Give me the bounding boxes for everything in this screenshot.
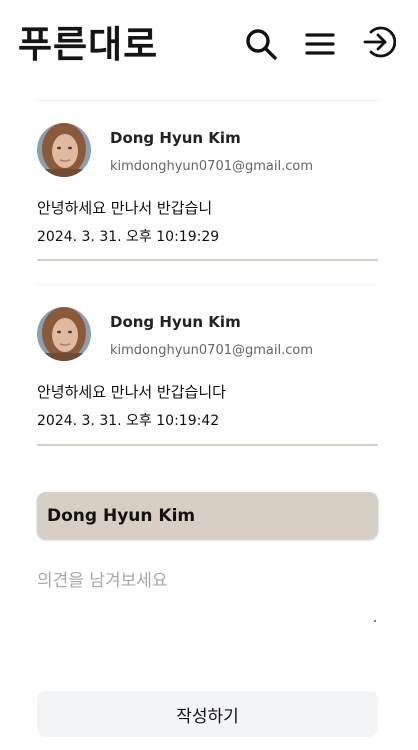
author-email: kimdonghyun0701@gmail.com <box>110 343 313 358</box>
menu-icon[interactable] <box>303 27 337 61</box>
avatar <box>37 123 91 177</box>
comment-separator <box>37 284 378 285</box>
comment-author-field: Dong Hyun Kim <box>37 492 378 539</box>
comment-text: 안녕하세요 만나서 반갑습니다 <box>37 383 226 401</box>
resize-handle[interactable] <box>374 620 376 622</box>
comment-text: 안녕하세요 만나서 반갑습니 <box>37 199 213 217</box>
author-name: Dong Hyun Kim <box>110 129 241 147</box>
comment-divider <box>37 444 378 446</box>
login-icon[interactable] <box>362 25 396 59</box>
comment-input[interactable] <box>37 566 378 624</box>
comment-date: 2024. 3. 31. 오후 10:19:29 <box>37 229 220 245</box>
author-email: kimdonghyun0701@gmail.com <box>110 159 313 174</box>
top-divider <box>37 100 378 101</box>
comment-date: 2024. 3. 31. 오후 10:19:42 <box>37 413 220 429</box>
submit-button[interactable]: 작성하기 <box>37 691 378 737</box>
app-logo[interactable]: 푸른대로 <box>18 20 158 70</box>
author-name: Dong Hyun Kim <box>110 313 241 331</box>
avatar <box>37 307 91 361</box>
comment-divider <box>37 259 378 261</box>
app-header: 푸른대로 <box>0 0 418 92</box>
search-icon[interactable] <box>244 27 278 61</box>
